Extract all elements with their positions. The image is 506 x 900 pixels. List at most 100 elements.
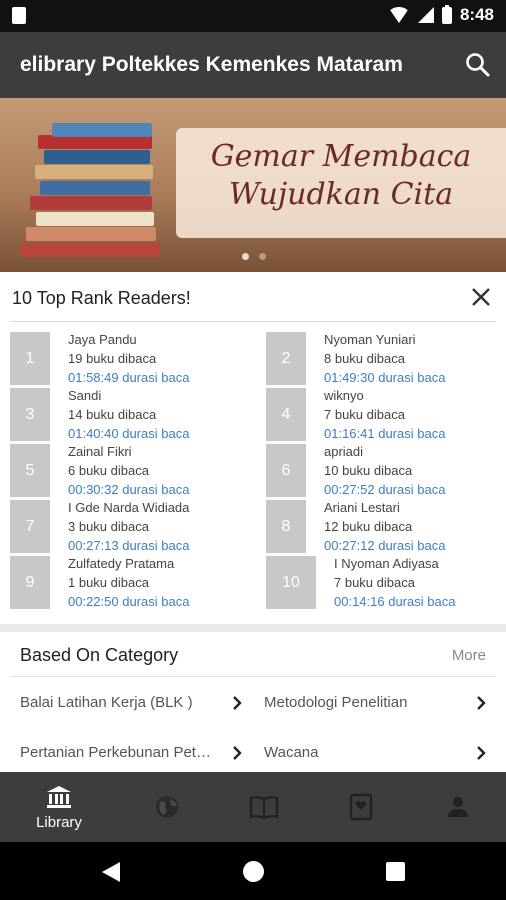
globe-icon xyxy=(156,796,178,818)
signal-icon xyxy=(417,7,434,23)
book-icon xyxy=(249,796,279,820)
reader-name: Zulfatedy Pratama xyxy=(68,556,175,571)
chevron-right-icon xyxy=(477,696,486,710)
rank-badge: 7 xyxy=(10,500,50,553)
reader-duration: 01:49:30 durasi baca xyxy=(324,370,446,385)
reader-duration: 01:58:49 durasi baca xyxy=(68,370,190,385)
search-icon[interactable] xyxy=(464,51,492,79)
rank-badge: 6 xyxy=(266,444,306,497)
banner-slogan: Gemar Membaca Wujudkan Cita xyxy=(196,138,486,214)
book-illustration xyxy=(52,123,152,137)
carousel-indicator xyxy=(242,253,266,260)
reader-name: I Gde Narda Widiada xyxy=(68,500,190,515)
reader-duration: 00:30:32 durasi baca xyxy=(68,482,190,497)
reader-duration: 00:27:12 durasi baca xyxy=(324,538,446,553)
category-label: Pertanian Perkebunan Peternakan xyxy=(20,744,215,761)
reader-name: wiknyo xyxy=(324,388,364,403)
reader-books: 1 buku dibaca xyxy=(68,575,149,590)
app-title: elibrary Poltekkes Kemenkes Mataram xyxy=(20,53,403,76)
category-item[interactable]: Wacana xyxy=(264,739,490,767)
reader-duration: 01:40:40 durasi baca xyxy=(68,426,190,441)
chevron-right-icon xyxy=(477,746,486,760)
category-label: Wacana xyxy=(264,744,319,761)
reader-books: 12 buku dibaca xyxy=(324,519,413,534)
rank-badge: 10 xyxy=(266,556,316,609)
book-illustration xyxy=(35,165,153,179)
reader-name: Zainal Fikri xyxy=(68,444,132,459)
rank-badge: 3 xyxy=(10,388,50,441)
carousel-dot xyxy=(259,253,266,260)
back-icon[interactable] xyxy=(100,861,122,883)
reader-duration: 00:22:50 durasi baca xyxy=(68,594,190,609)
book-illustration xyxy=(36,212,154,226)
reader-name: Ariani Lestari xyxy=(324,500,400,515)
reader-books: 10 buku dibaca xyxy=(324,463,413,478)
nav-books[interactable] xyxy=(214,772,314,842)
divider xyxy=(10,321,496,322)
nav-profile[interactable] xyxy=(408,772,506,842)
book-illustration xyxy=(40,181,150,195)
bottom-navigation: Library xyxy=(0,772,506,842)
reader-books: 14 buku dibaca xyxy=(68,407,157,422)
sd-card-icon xyxy=(12,7,26,24)
wifi-icon xyxy=(387,7,410,23)
reader-books: 19 buku dibaca xyxy=(68,351,157,366)
more-link[interactable]: More xyxy=(452,647,486,664)
book-illustration xyxy=(30,196,152,210)
rank-badge: 9 xyxy=(10,556,50,609)
home-icon[interactable] xyxy=(242,860,265,883)
reader-duration: 01:16:41 durasi baca xyxy=(324,426,446,441)
favorite-book-icon xyxy=(349,793,373,821)
reader-name: I Nyoman Adiyasa xyxy=(334,556,439,571)
close-icon[interactable] xyxy=(470,286,492,308)
nav-label: Library xyxy=(36,813,82,831)
library-icon xyxy=(47,785,71,808)
carousel-dot xyxy=(242,253,249,260)
status-time: 8:48 xyxy=(459,5,494,24)
banner-line2: Wujudkan Cita xyxy=(228,177,454,212)
nav-library[interactable]: Library xyxy=(9,772,109,842)
book-illustration xyxy=(38,135,152,149)
reader-duration: 00:27:52 durasi baca xyxy=(324,482,446,497)
rank-badge: 1 xyxy=(10,332,50,385)
battery-icon xyxy=(441,4,452,24)
divider xyxy=(10,676,496,677)
banner-line1: Gemar Membaca xyxy=(210,139,472,174)
status-bar: 8:48 xyxy=(0,0,506,32)
category-label: Metodologi Penelitian xyxy=(264,694,408,711)
top-readers-card: 10 Top Rank Readers! 1 Jaya Pandu 19 buk… xyxy=(0,272,506,624)
reader-name: Jaya Pandu xyxy=(68,332,137,347)
reader-name: apriadi xyxy=(324,444,364,459)
chevron-right-icon xyxy=(233,696,242,710)
book-illustration xyxy=(44,150,150,164)
profile-icon xyxy=(448,797,468,817)
recents-icon[interactable] xyxy=(386,862,405,881)
rank-badge: 2 xyxy=(266,332,306,385)
reader-duration: 00:14:16 durasi baca xyxy=(334,594,456,609)
status-icons: 8:48 xyxy=(387,4,494,25)
reader-name: Sandi xyxy=(68,388,102,403)
promo-banner[interactable]: Gemar Membaca Wujudkan Cita xyxy=(0,98,506,272)
category-label: Balai Latihan Kerja (BLK ) xyxy=(20,694,193,711)
reader-books: 6 buku dibaca xyxy=(68,463,149,478)
reader-books: 7 buku dibaca xyxy=(334,575,415,590)
chevron-right-icon xyxy=(233,746,242,760)
app-bar: elibrary Poltekkes Kemenkes Mataram xyxy=(0,32,506,98)
category-section: Based On Category More Balai Latihan Ker… xyxy=(0,632,506,772)
category-item[interactable]: Pertanian Perkebunan Peternakan xyxy=(20,739,246,767)
nav-explore[interactable] xyxy=(117,772,217,842)
category-item[interactable]: Balai Latihan Kerja (BLK ) xyxy=(20,689,246,717)
nav-favorites[interactable] xyxy=(311,772,411,842)
top-readers-title: 10 Top Rank Readers! xyxy=(12,288,191,308)
rank-badge: 5 xyxy=(10,444,50,497)
reader-duration: 00:27:13 durasi baca xyxy=(68,538,190,553)
category-title: Based On Category xyxy=(20,645,179,665)
reader-books: 7 buku dibaca xyxy=(324,407,405,422)
rank-badge: 8 xyxy=(266,500,306,553)
category-item[interactable]: Metodologi Penelitian xyxy=(264,689,490,717)
rank-badge: 4 xyxy=(266,388,306,441)
book-illustration xyxy=(26,227,156,241)
system-navigation-bar xyxy=(0,842,506,900)
reader-name: Nyoman Yuniari xyxy=(324,332,416,347)
reader-books: 3 buku dibaca xyxy=(68,519,149,534)
